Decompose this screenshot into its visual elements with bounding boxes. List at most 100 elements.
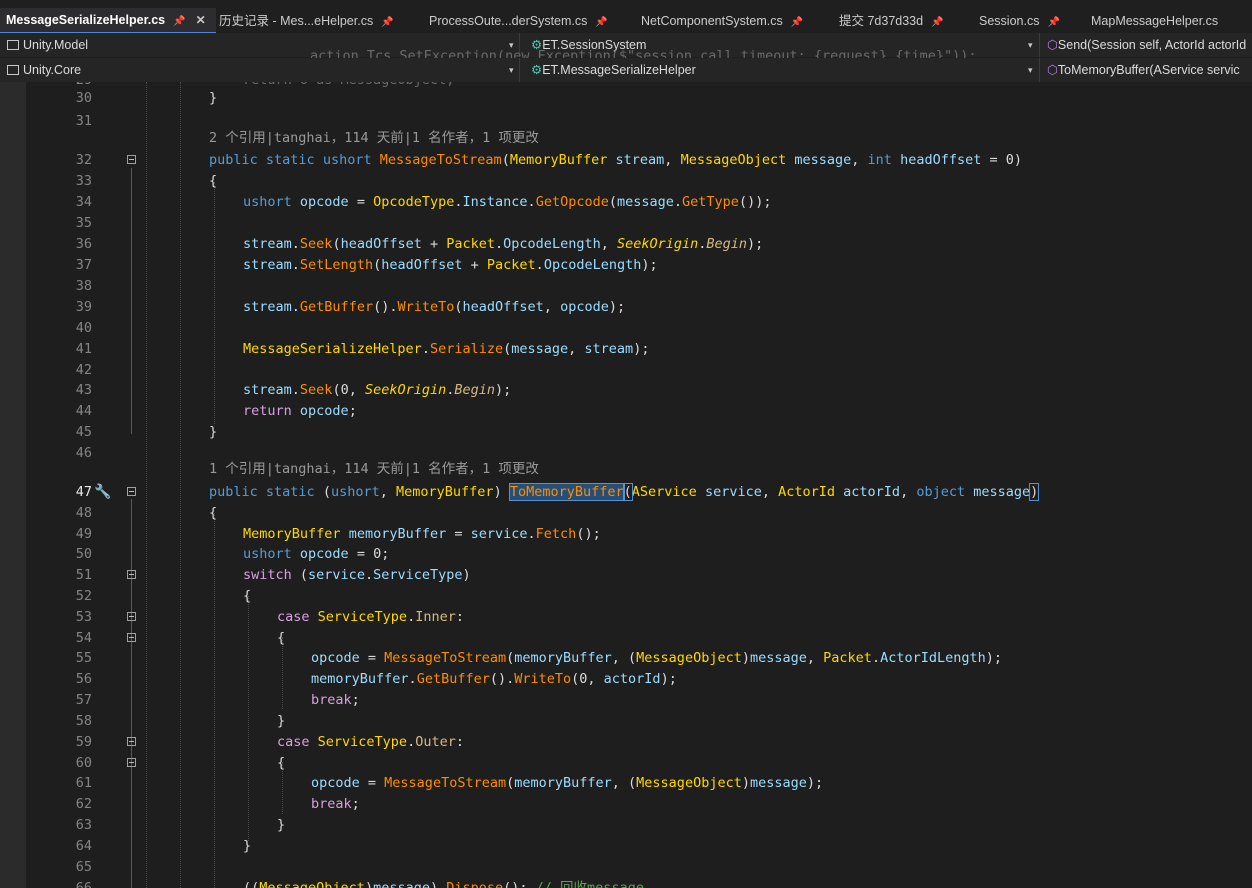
code-line: 37 stream.SetLength(headOffset + Packet.…: [0, 255, 1252, 276]
fold-toggle[interactable]: [127, 737, 136, 746]
line-number: 30: [75, 90, 92, 106]
pin-icon[interactable]: 📌: [791, 17, 803, 28]
code-line: 56 memoryBuffer.GetBuffer().WriteTo(0, a…: [0, 669, 1252, 690]
code-line: 51 switch (service.ServiceType): [0, 565, 1252, 586]
member-dropdown[interactable]: ⬡Send(Session self, ActorId actorId: [1044, 33, 1252, 57]
fold-toggle[interactable]: [127, 612, 136, 621]
code-text: case ServiceType.Outer:: [277, 734, 464, 750]
tab-label: ProcessOute...derSystem.cs: [429, 14, 588, 28]
code-line: 61 opcode = MessageToStream(memoryBuffer…: [0, 773, 1252, 794]
code-text: {: [277, 630, 286, 646]
fold-toggle[interactable]: [127, 155, 136, 164]
code-line: 50 ushort opcode = 0;: [0, 544, 1252, 565]
pin-icon[interactable]: 📌: [595, 17, 607, 28]
line-number: 51: [75, 567, 92, 583]
code-text: }: [277, 713, 286, 729]
line-number: 58: [75, 713, 92, 729]
pin-icon[interactable]: 📌: [173, 16, 185, 27]
line-number: 54: [75, 630, 92, 646]
tab-map-message-helper[interactable]: MapMessageHelper.cs: [1091, 9, 1218, 33]
line-number: 43: [75, 382, 92, 398]
line-number: 56: [75, 671, 92, 687]
code-text: ushort opcode = 0;: [243, 546, 390, 562]
tab-label: MapMessageHelper.cs: [1091, 14, 1219, 28]
code-line: 55 opcode = MessageToStream(memoryBuffer…: [0, 648, 1252, 669]
line-number: 33: [75, 173, 92, 189]
line-number: 38: [75, 278, 92, 294]
code-line: 34 ushort opcode = OpcodeType.Instance.G…: [0, 192, 1252, 213]
code-text: return opcode;: [243, 403, 357, 419]
project-label: Unity.Core: [23, 63, 82, 77]
codelens-info[interactable]: 2 个引用|tanghai，114 天前|1 名作者，1 项更改: [209, 128, 539, 149]
line-number: 63: [75, 817, 92, 833]
member-dropdown[interactable]: ⬡ToMemoryBuffer(AService servic: [1044, 58, 1252, 82]
navigation-bar-secondary: Unity.Core ▾ ⚙ET.MessageSerializeHelper ▾ …: [0, 58, 1252, 82]
line-number: 31: [75, 113, 92, 129]
code-line: 54 {: [0, 628, 1252, 649]
code-line: 30 }: [0, 88, 1252, 109]
chevron-down-icon: ▾: [1028, 65, 1033, 75]
tab-history[interactable]: 历史记录 - Mes...eHelper.cs 📌: [219, 9, 394, 33]
fold-toggle[interactable]: [127, 570, 136, 579]
line-number: 44: [75, 403, 92, 419]
line-number: 47: [75, 484, 92, 500]
pin-icon[interactable]: 📌: [381, 17, 393, 28]
project-label: Unity.Model: [23, 38, 89, 52]
line-number: 37: [75, 257, 92, 273]
fold-toggle[interactable]: [127, 758, 136, 767]
code-line: 65: [0, 857, 1252, 878]
class-icon: ⚙: [531, 63, 543, 77]
tab-commit[interactable]: 提交 7d37d33d 📌: [839, 9, 944, 33]
code-editor[interactable]: 29 return o as MessageObject; 30 } 31 2 …: [0, 82, 1252, 888]
type-dropdown[interactable]: ⚙ET.MessageSerializeHelper ▾: [528, 58, 1040, 82]
code-line: 49 MemoryBuffer memoryBuffer = service.F…: [0, 524, 1252, 545]
chevron-down-icon: ▾: [1028, 40, 1033, 50]
code-line: 35: [0, 213, 1252, 234]
fold-toggle[interactable]: [127, 487, 136, 496]
project-dropdown[interactable]: Unity.Core ▾: [4, 58, 520, 82]
code-text: opcode = MessageToStream(memoryBuffer, (…: [311, 775, 824, 791]
code-text: stream.SetLength(headOffset + Packet.Opc…: [243, 257, 658, 273]
code-line: 46: [0, 443, 1252, 464]
line-number: 65: [75, 859, 92, 875]
tab-label: 提交 7d37d33d: [839, 14, 924, 28]
code-line: 57 break;: [0, 690, 1252, 711]
code-line: 53 case ServiceType.Inner:: [0, 607, 1252, 628]
pin-icon[interactable]: 📌: [931, 17, 943, 28]
chevron-down-icon: ▾: [509, 65, 514, 75]
line-number: 59: [75, 734, 92, 750]
line-number: 64: [75, 838, 92, 854]
tab-label: NetComponentSystem.cs: [641, 14, 783, 28]
code-text: opcode = MessageToStream(memoryBuffer, (…: [311, 650, 1003, 666]
line-number: 52: [75, 588, 92, 604]
tab-process-outer[interactable]: ProcessOute...derSystem.cs 📌: [429, 9, 608, 33]
tab-label: Session.cs: [979, 14, 1040, 28]
code-text: memoryBuffer.GetBuffer().WriteTo(0, acto…: [311, 671, 677, 687]
code-text: {: [243, 588, 252, 604]
fold-toggle[interactable]: [127, 633, 136, 642]
member-label: Send(Session self, ActorId actorId: [1057, 38, 1247, 52]
code-line: 52 {: [0, 586, 1252, 607]
code-comment: // 回收message: [535, 880, 644, 888]
tab-label: MessageSerializeHelper.cs: [6, 13, 166, 27]
code-line: 39 stream.GetBuffer().WriteTo(headOffset…: [0, 297, 1252, 318]
code-line: 43 stream.Seek(0, SeekOrigin.Begin);: [0, 380, 1252, 401]
code-text: break;: [311, 796, 360, 812]
close-icon[interactable]: ✕: [196, 13, 206, 27]
code-line: 38: [0, 276, 1252, 297]
code-line: 48 {: [0, 503, 1252, 524]
line-number: 36: [75, 236, 92, 252]
codelens-info[interactable]: 1 个引用|tanghai，114 天前|1 名作者，1 项更改: [209, 459, 539, 480]
tab-net-component-system[interactable]: NetComponentSystem.cs 📌: [641, 9, 803, 33]
quick-actions-screwdriver-icon[interactable]: 🔧: [94, 483, 111, 500]
line-number: 39: [75, 299, 92, 315]
line-number: 60: [75, 755, 92, 771]
pin-icon[interactable]: 📌: [1047, 17, 1059, 28]
code-text: }: [209, 424, 218, 440]
line-number: 49: [75, 526, 92, 542]
code-line: 66 ((MessageObject)message).Dispose(); /…: [0, 878, 1252, 888]
tab-session[interactable]: Session.cs 📌: [979, 9, 1060, 33]
member-label: ToMemoryBuffer(AService servic: [1057, 63, 1240, 77]
tab-message-serialize-helper[interactable]: MessageSerializeHelper.cs 📌 ✕: [0, 8, 216, 33]
line-number: 55: [75, 650, 92, 666]
